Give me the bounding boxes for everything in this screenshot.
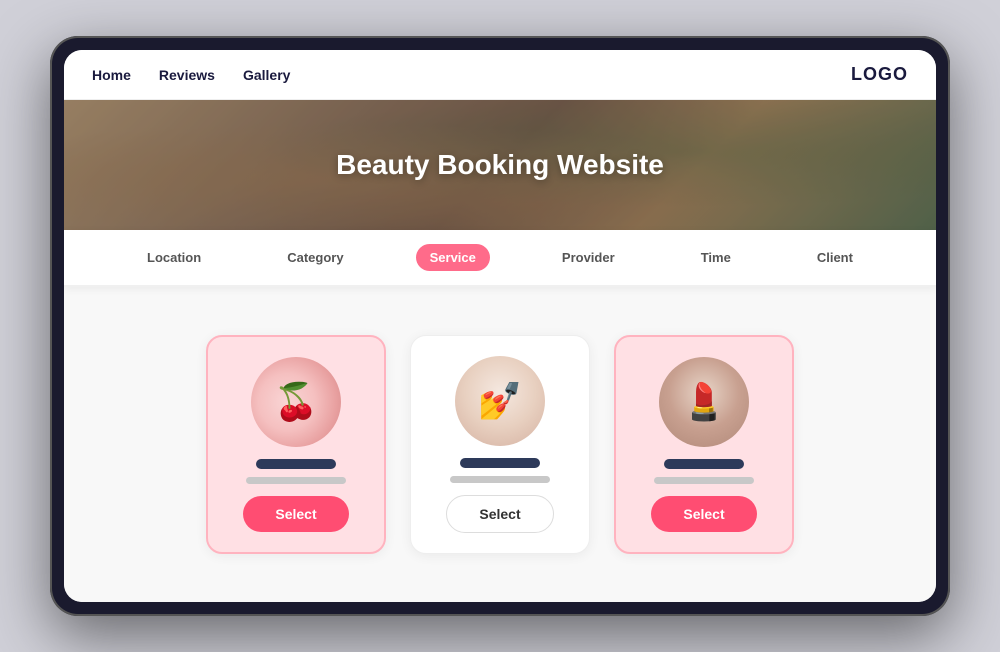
hero-title: Beauty Booking Website <box>336 149 664 181</box>
service-title-3 <box>664 459 744 469</box>
service-image-3 <box>659 357 749 447</box>
service-subtitle-1 <box>246 477 346 484</box>
select-button-1[interactable]: Select <box>243 496 348 532</box>
service-card-2: Select <box>410 335 590 554</box>
select-button-2[interactable]: Select <box>446 495 553 533</box>
service-title-2 <box>460 458 540 468</box>
select-button-3[interactable]: Select <box>651 496 756 532</box>
service-subtitle-3 <box>654 477 754 484</box>
nav-links: Home Reviews Gallery <box>92 67 290 83</box>
device-frame: Home Reviews Gallery LOGO Beauty Booking… <box>50 36 950 616</box>
service-list: Select Select Select <box>64 287 936 602</box>
booking-steps: Location Category Service Provider Time … <box>64 230 936 287</box>
nav-gallery[interactable]: Gallery <box>243 67 290 83</box>
service-image-1 <box>251 357 341 447</box>
hero-section: Beauty Booking Website <box>64 100 936 230</box>
step-time[interactable]: Time <box>687 244 745 271</box>
step-location[interactable]: Location <box>133 244 215 271</box>
step-provider[interactable]: Provider <box>548 244 629 271</box>
service-card-3: Select <box>614 335 794 554</box>
nav-reviews[interactable]: Reviews <box>159 67 215 83</box>
step-service[interactable]: Service <box>416 244 490 271</box>
device-screen: Home Reviews Gallery LOGO Beauty Booking… <box>64 50 936 602</box>
nav-home[interactable]: Home <box>92 67 131 83</box>
service-subtitle-2 <box>450 476 550 483</box>
step-client[interactable]: Client <box>803 244 867 271</box>
step-category[interactable]: Category <box>273 244 357 271</box>
service-card-1: Select <box>206 335 386 554</box>
service-title-1 <box>256 459 336 469</box>
logo: LOGO <box>851 64 908 85</box>
service-image-2 <box>455 356 545 446</box>
navbar: Home Reviews Gallery LOGO <box>64 50 936 100</box>
